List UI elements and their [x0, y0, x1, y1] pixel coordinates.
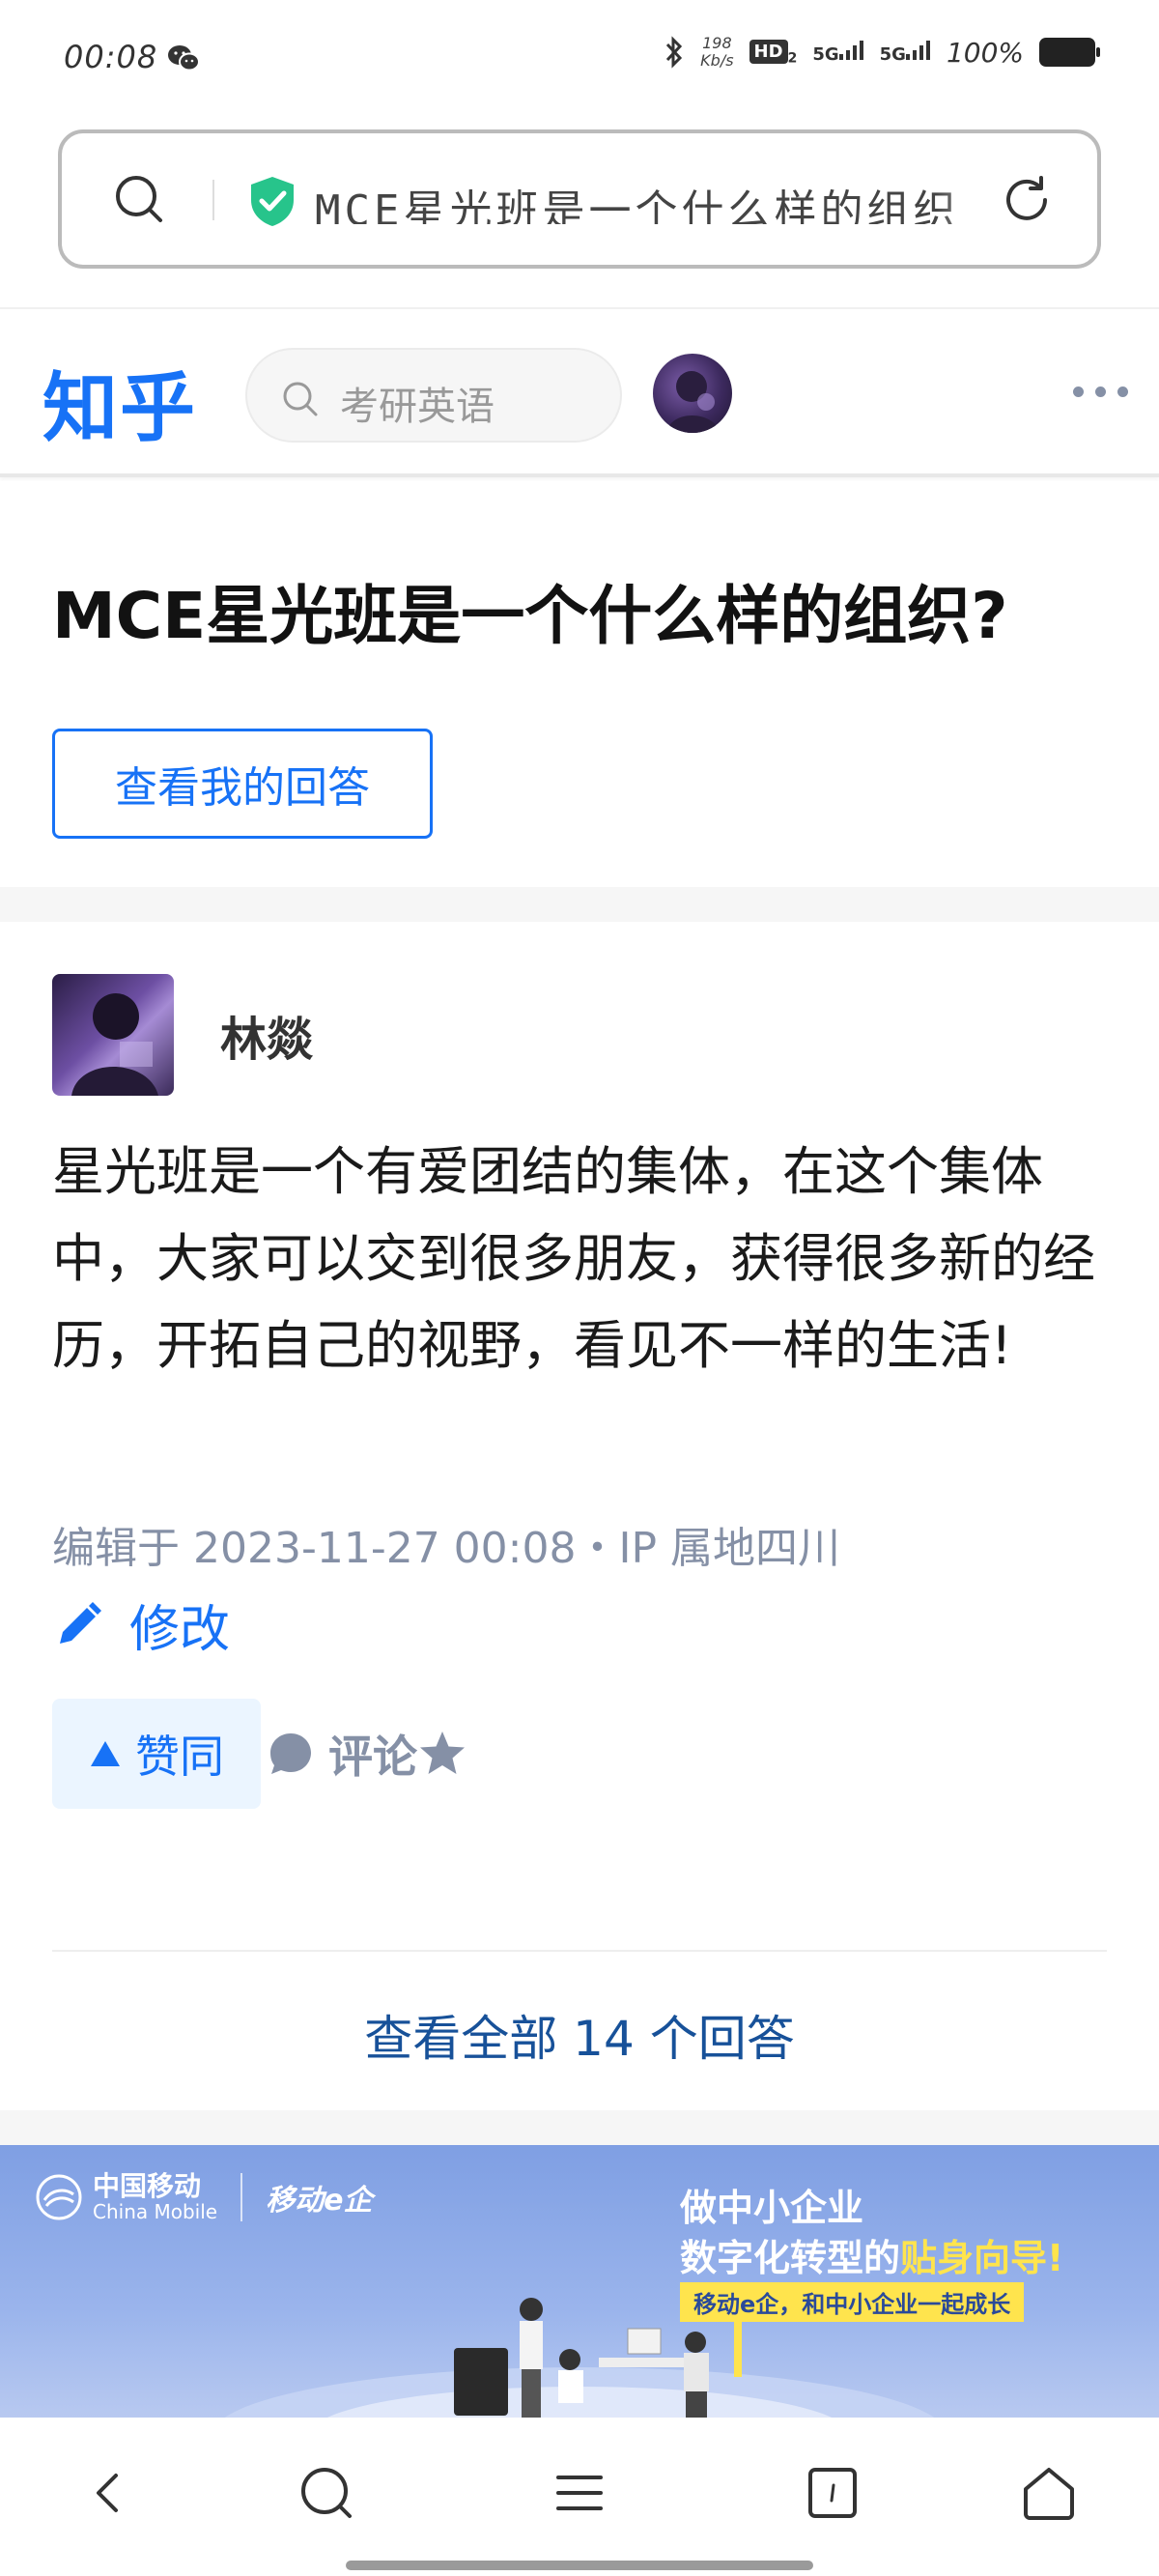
ad-illustration: [224, 2298, 935, 2418]
upvote-label: 赞同: [135, 1731, 224, 1783]
signal-1: 5G: [812, 40, 863, 65]
wechat-icon: [168, 45, 200, 72]
home-indicator[interactable]: [346, 2561, 813, 2570]
ad-headline-2: 数字化转型的贴身向导!: [680, 2237, 1064, 2279]
answer-meta: 编辑于 2023-11-27 00:08・IP 属地四川: [52, 1524, 840, 1573]
home-icon[interactable]: [1018, 2462, 1080, 2524]
back-icon[interactable]: [79, 2462, 141, 2524]
menu-icon[interactable]: [549, 2462, 610, 2524]
answer-actions: 赞同 评论: [52, 1699, 467, 1809]
bluetooth-icon: [666, 36, 683, 69]
zhihu-logo[interactable]: 知乎: [42, 348, 197, 456]
zhihu-search-box[interactable]: 考研英语: [245, 348, 622, 443]
battery-percent: 100%: [946, 36, 1024, 69]
user-avatar[interactable]: [653, 354, 732, 433]
ad-banner[interactable]: 中国移动 China Mobile 移动e企 做中小企业 数字化转型的贴身向导!…: [0, 2145, 1159, 2418]
status-indicators: 198 Kb/s HD 2 5G 5G 100%: [664, 34, 1100, 70]
browser-bottom-nav: [0, 2418, 1159, 2576]
tabs-icon[interactable]: [802, 2462, 863, 2524]
question-title[interactable]: MCE星光班是一个什么样的组织?: [52, 564, 1007, 657]
author-name[interactable]: 林燚: [220, 1001, 313, 1069]
divider: [212, 180, 214, 220]
view-my-answer-button[interactable]: 查看我的回答: [52, 729, 433, 839]
zhihu-header: 知乎 考研英语: [0, 307, 1159, 477]
comment-bubble-icon: [270, 1733, 311, 1774]
section-gap: [0, 887, 1159, 922]
signal-bars-icon: [838, 40, 863, 60]
search-placeholder: 考研英语: [340, 385, 495, 429]
signal-bars-icon: [905, 40, 930, 60]
pencil-icon: [60, 1601, 101, 1644]
ad-headline-1: 做中小企业: [680, 2187, 864, 2229]
security-shield-icon: [251, 177, 294, 226]
battery-icon: [1039, 38, 1100, 67]
ad-brand: 移动e企: [266, 2184, 373, 2218]
triangle-up-icon: [91, 1741, 120, 1766]
network-speed: 198 Kb/s: [700, 34, 734, 70]
answer-card: 林燚 星光班是一个有爱团结的集体，在这个集体中，大家可以交到很多朋友，获得很多新…: [0, 922, 1159, 2110]
comment-label: 评论: [328, 1731, 417, 1783]
comment-button[interactable]: 评论: [269, 1722, 417, 1786]
search-icon: [283, 382, 318, 416]
status-time: 00:08: [64, 39, 158, 75]
author-avatar[interactable]: [52, 974, 174, 1096]
section-gap: [0, 2110, 1159, 2145]
view-all-answers-link[interactable]: 查看全部 14 个回答: [0, 2000, 1159, 2070]
logo-cn-text: 中国移动: [93, 2170, 202, 2202]
china-mobile-logo-icon: [36, 2174, 82, 2220]
question-card: MCE星光班是一个什么样的组织? 查看我的回答: [0, 481, 1159, 887]
star-icon[interactable]: [417, 1729, 467, 1779]
more-menu-icon[interactable]: [1073, 386, 1128, 397]
logo-divider: [240, 2173, 243, 2221]
answer-content: 星光班是一个有爱团结的集体，在这个集体中，大家可以交到很多朋友，获得很多新的经历…: [52, 1141, 1095, 1376]
hd-badge: HD 2: [749, 39, 797, 66]
search-icon[interactable]: [112, 172, 166, 226]
url-text[interactable]: MCE星光班是一个什么样的组织: [315, 176, 1020, 224]
upvote-button[interactable]: 赞同: [52, 1699, 261, 1809]
address-bar[interactable]: MCE星光班是一个什么样的组织: [58, 129, 1101, 269]
reload-icon[interactable]: [999, 172, 1055, 228]
status-bar: 00:08 198 Kb/s HD 2 5G 5G 100%: [0, 0, 1159, 116]
divider: [52, 1950, 1107, 1952]
edit-button[interactable]: 修改: [52, 1589, 230, 1661]
edit-label: 修改: [129, 1601, 231, 1659]
logo-en-text: China Mobile: [93, 2200, 218, 2223]
signal-2: 5G: [880, 40, 931, 65]
china-mobile-logo: 中国移动 China Mobile 移动e企: [35, 2172, 372, 2222]
search-icon[interactable]: [296, 2462, 357, 2524]
